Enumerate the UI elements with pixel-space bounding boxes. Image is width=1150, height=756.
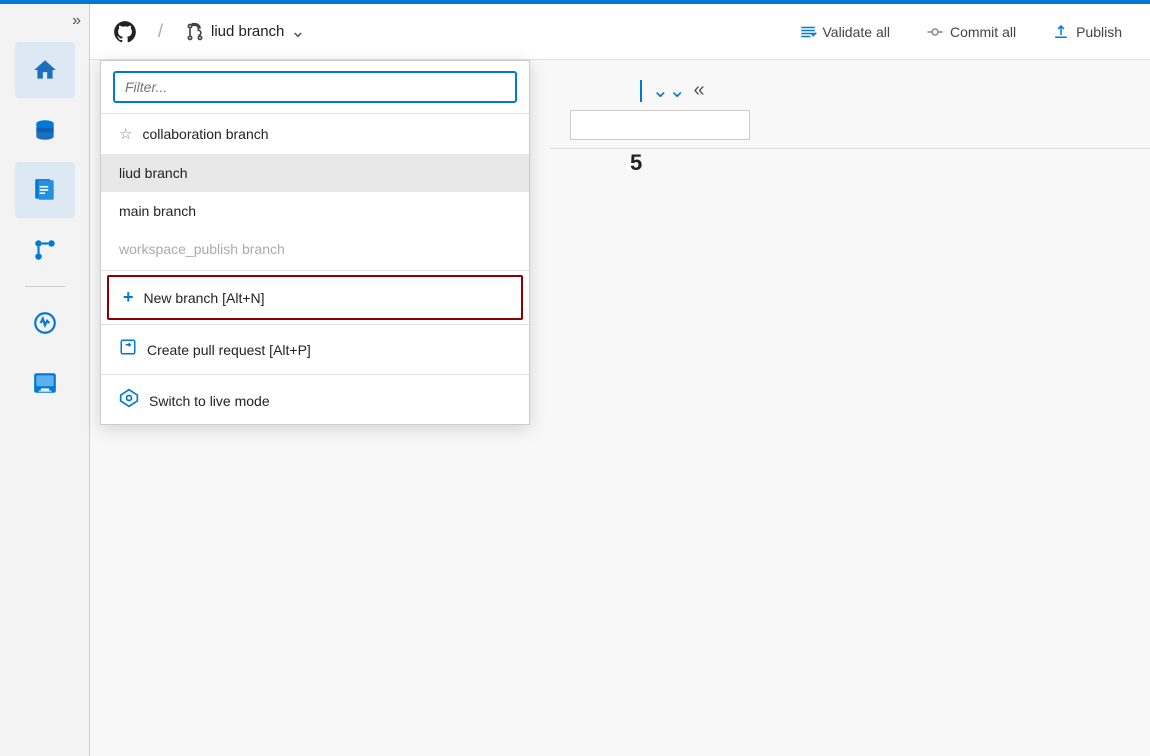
live-mode-icon <box>119 388 139 413</box>
github-icon-button[interactable] <box>106 15 144 49</box>
pull-request-icon <box>119 338 137 361</box>
workspace-publish-branch-label: workspace_publish branch <box>119 241 285 257</box>
branch-dropdown-panel: ☆ collaboration branch liud branch main … <box>100 60 530 425</box>
pull-request-label: Create pull request [Alt+P] <box>147 342 311 358</box>
content-area: ☆ collaboration branch liud branch main … <box>90 60 1150 756</box>
dropdown-divider-3 <box>101 374 529 375</box>
publish-label: Publish <box>1076 24 1122 40</box>
sidebar-item-documents[interactable] <box>15 162 75 218</box>
validate-all-button[interactable]: Validate all <box>787 17 902 47</box>
branch-selector[interactable]: liud branch ⌄ <box>177 17 313 46</box>
switch-to-live-mode-label: Switch to live mode <box>149 393 270 409</box>
right-panel-divider <box>550 148 1150 149</box>
sidebar: » <box>0 4 90 756</box>
star-icon: ☆ <box>119 125 132 143</box>
sidebar-item-tools[interactable] <box>15 355 75 411</box>
new-branch-button[interactable]: + New branch [Alt+N] <box>107 275 523 320</box>
publish-button[interactable]: Publish <box>1040 17 1134 47</box>
branch-filter-input[interactable] <box>113 71 517 103</box>
sidebar-item-database[interactable] <box>15 102 75 158</box>
double-chevron-left-icon[interactable]: « <box>694 79 705 102</box>
branch-item-main[interactable]: main branch <box>101 192 529 230</box>
branch-item-collaboration[interactable]: ☆ collaboration branch <box>101 114 529 154</box>
liud-branch-label: liud branch <box>119 165 188 181</box>
toolbar: / liud branch ⌄ Va <box>90 4 1150 60</box>
branch-item-liud[interactable]: liud branch <box>101 154 529 192</box>
main-content: / liud branch ⌄ Va <box>90 4 1150 756</box>
count-display: 5 <box>630 150 642 176</box>
panel-indicator <box>640 80 642 102</box>
main-branch-label: main branch <box>119 203 196 219</box>
dropdown-divider-1 <box>101 270 529 271</box>
branch-item-workspace-publish: workspace_publish branch <box>101 230 529 268</box>
current-branch-name: liud branch <box>211 23 284 40</box>
filter-container <box>101 61 529 114</box>
plus-icon: + <box>123 287 134 308</box>
switch-to-live-mode-button[interactable]: Switch to live mode <box>101 377 529 424</box>
commit-all-label: Commit all <box>950 24 1016 40</box>
new-branch-label: New branch [Alt+N] <box>144 290 265 306</box>
double-chevron-down-icon[interactable]: ⌄⌄ <box>652 78 686 103</box>
create-pull-request-button[interactable]: Create pull request [Alt+P] <box>101 327 529 372</box>
toolbar-path-separator: / <box>158 21 163 42</box>
validate-all-label: Validate all <box>823 24 890 40</box>
sidebar-item-home[interactable] <box>15 42 75 98</box>
sidebar-item-pipeline[interactable] <box>15 222 75 278</box>
commit-all-button[interactable]: Commit all <box>914 17 1028 47</box>
sidebar-expand-button[interactable]: » <box>0 12 89 30</box>
dropdown-divider-2 <box>101 324 529 325</box>
right-search-box[interactable] <box>570 110 750 140</box>
collaboration-branch-label: collaboration branch <box>142 126 268 142</box>
sidebar-item-monitor[interactable] <box>15 295 75 351</box>
sidebar-divider-1 <box>25 286 65 287</box>
branch-dropdown-arrow: ⌄ <box>290 21 305 42</box>
